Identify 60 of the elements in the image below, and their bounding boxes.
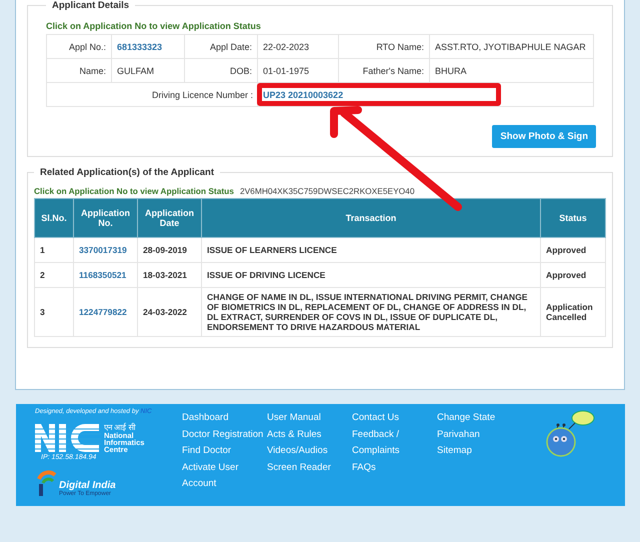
- digital-india-text: Digital India: [59, 480, 116, 491]
- field-value: ASST.RTO, JYOTIBAPHULE NAGAR: [430, 34, 594, 58]
- footer-link[interactable]: Doctor Registration: [182, 426, 267, 443]
- table-cell: 1: [34, 238, 74, 262]
- section-legend: Related Application(s) of the Applicant: [34, 167, 220, 178]
- table-cell: ISSUE OF DRIVING LICENCE: [202, 262, 540, 288]
- table-cell: Application Cancelled: [540, 288, 606, 336]
- column-header: Sl.No.: [34, 198, 74, 238]
- footer-link[interactable]: Parivahan: [437, 426, 517, 443]
- footer-link[interactable]: FAQs: [352, 460, 437, 476]
- hint-text: Click on Application No to view Application Status: [46, 21, 262, 31]
- footer-link[interactable]: Account: [182, 476, 267, 492]
- application-number-link[interactable]: 3370017319: [74, 238, 138, 262]
- footer-link[interactable]: Change State: [437, 410, 517, 426]
- column-header: Application Date: [138, 198, 202, 238]
- field-label: Appl No.:: [46, 34, 112, 58]
- footer-link[interactable]: Contact Us: [352, 410, 437, 426]
- table-cell: 28-09-2019: [138, 238, 202, 262]
- nic-hindi-text: एन आई सी: [104, 423, 137, 432]
- nic-logo-icon: [35, 423, 101, 453]
- digital-india-logo-icon: [35, 469, 57, 497]
- footer-link[interactable]: Videos/Audios: [267, 443, 352, 460]
- footer-link[interactable]: Activate User: [182, 460, 267, 476]
- field-label: DOB:: [184, 58, 258, 82]
- table-cell: CHANGE OF NAME IN DL, ISSUE INTERNATIONAL DRIVING PERMIT, CHANGE OF BIOMETRICS IN DL, REPLACEMENT OF DL, CHANGE OF ADDRESS IN DL, DL EXTRACT, SURRENDER OF COVS IN DL, ISSUE OF DUPLICATE DL, ENDORSEMENT TO DRIVE HAZARDOUS MATERIAL: [202, 288, 540, 336]
- column-header: Status: [540, 198, 606, 238]
- show-photo-sign-button[interactable]: Show Photo & Sign: [492, 125, 596, 148]
- table-cell: 24-03-2022: [138, 288, 202, 336]
- table-cell: Approved: [540, 238, 606, 262]
- footer-link[interactable]: Find Doctor: [182, 443, 267, 460]
- footer-link[interactable]: Complaints: [352, 443, 437, 460]
- footer-link[interactable]: Feedback /: [352, 426, 437, 443]
- field-label: RTO Name:: [338, 34, 430, 58]
- field-value: GULFAM: [112, 58, 184, 82]
- table-cell: 2: [34, 262, 74, 288]
- application-number-link[interactable]: 1168350521: [74, 262, 138, 288]
- footer-link[interactable]: User Manual: [267, 410, 352, 426]
- table-cell: 3: [34, 288, 74, 336]
- field-label: Name:: [46, 58, 112, 82]
- footer-link[interactable]: Acts & Rules: [267, 426, 352, 443]
- licence-number-link[interactable]: UP23 20210003622: [263, 90, 344, 100]
- footer-link[interactable]: Sitemap: [437, 443, 517, 460]
- application-number-link[interactable]: 681333323: [112, 34, 184, 58]
- field-value: BHURA: [430, 58, 594, 82]
- captcha-code: 2V6MH04XK35C759DWSEC2RKOXE5EYO40: [240, 186, 414, 196]
- field-label: Appl Date:: [184, 34, 258, 58]
- field-label: Driving Licence Number :: [46, 82, 258, 106]
- footer-link[interactable]: Screen Reader: [267, 460, 352, 476]
- table-cell: ISSUE OF LEARNERS LICENCE: [202, 238, 540, 262]
- application-number-link[interactable]: 1224779822: [74, 288, 138, 336]
- column-header: Application No.: [74, 198, 138, 238]
- column-header: Transaction: [202, 198, 540, 238]
- field-label: Father's Name:: [338, 58, 430, 82]
- table-cell: Approved: [540, 262, 606, 288]
- section-legend: Applicant Details: [46, 0, 136, 11]
- table-cell: 18-03-2021: [138, 262, 202, 288]
- field-value: 01-01-1975: [258, 58, 338, 82]
- footer-link[interactable]: Dashboard: [182, 410, 267, 426]
- hint-text: Click on Application No to view Application Status: [34, 186, 234, 196]
- field-value: 22-02-2023: [258, 34, 338, 58]
